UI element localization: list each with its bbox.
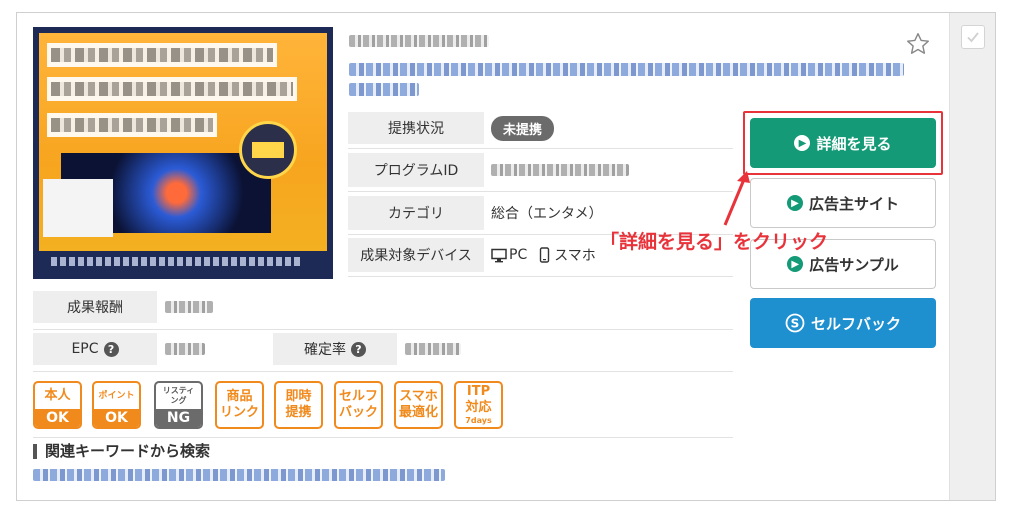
pc-monitor-icon	[491, 248, 507, 262]
device-value: PC スマホ	[491, 238, 596, 272]
category-label: カテゴリ	[348, 196, 484, 230]
chevron-right-icon: ▶	[787, 256, 804, 272]
annotation-text: 「詳細を見る」をクリック	[600, 231, 829, 253]
advertiser-site-button[interactable]: ▶ 広告主サイト	[750, 178, 936, 228]
tag-product-link: 商品 リンク	[215, 381, 264, 429]
tag-listing-label: リスティング	[162, 386, 195, 405]
tag-selfback: セルフ バック	[334, 381, 383, 429]
program-card: 提携状況 未提携 プログラムID カテゴリ 総合（エンタメ） 成果対象デバイス …	[16, 12, 996, 501]
epc-value-blurred	[165, 343, 205, 355]
tag-point-label: ポイント	[98, 390, 135, 401]
chevron-right-icon: ▶	[786, 195, 803, 211]
epc-label-text: EPC	[71, 341, 99, 357]
select-checkbox[interactable]	[961, 25, 985, 49]
status-value: 未提携	[491, 112, 555, 144]
select-column	[949, 13, 995, 500]
tag-personal-status: OK	[35, 409, 80, 427]
status-badge: 未提携	[491, 115, 555, 141]
tag-point-status: OK	[94, 409, 139, 427]
related-keywords-title: 関連キーワードから検索	[33, 444, 210, 459]
annotation-arrow-icon	[723, 171, 750, 226]
tag-listing-ng: リスティング NG	[154, 381, 203, 429]
program-id-label: プログラムID	[348, 153, 484, 187]
tag-listing-status: NG	[156, 409, 201, 427]
status-label: 提携状況	[348, 112, 484, 144]
device-smartphone: スマホ	[554, 248, 596, 264]
tag-smartphone-optimized: スマホ 最適化	[394, 381, 443, 429]
tag-instant-partnership: 即時 提携	[274, 381, 323, 429]
program-banner-image[interactable]	[33, 27, 333, 279]
program-title-link-blurred[interactable]	[349, 63, 904, 76]
smartphone-icon	[540, 247, 550, 263]
program-title-link-blurred-line2[interactable]	[349, 83, 419, 96]
category-value: 総合（エンタメ）	[491, 206, 603, 222]
confirm-rate-label: 確定率 ?	[273, 333, 397, 365]
advertiser-name-blurred	[349, 35, 489, 47]
reward-value-blurred	[165, 301, 213, 313]
confirm-rate-value-blurred	[405, 343, 461, 355]
reward-label: 成果報酬	[33, 291, 157, 323]
checkmark-icon	[967, 32, 979, 43]
tag-itp-7days: ITP 対応 7days	[454, 381, 503, 429]
program-id-value-blurred	[491, 164, 629, 176]
selfback-icon: S	[785, 313, 805, 333]
tag-personal-ok: 本人 OK	[33, 381, 82, 429]
selfback-button[interactable]: S セルフバック	[750, 298, 936, 348]
epc-label: EPC ?	[33, 333, 157, 365]
confirm-rate-label-text: 確定率	[304, 342, 346, 358]
device-pc: PC	[509, 247, 528, 263]
favorite-star-icon[interactable]	[905, 31, 931, 61]
tag-point-ok: ポイント OK	[92, 381, 141, 429]
svg-text:S: S	[791, 317, 800, 331]
confirm-rate-help-icon[interactable]: ?	[351, 341, 366, 357]
device-label: 成果対象デバイス	[348, 238, 484, 272]
related-keywords-blurred[interactable]	[33, 469, 445, 481]
highlight-box	[743, 111, 943, 175]
tag-personal-label: 本人	[44, 388, 71, 403]
epc-help-icon[interactable]: ?	[103, 341, 119, 357]
